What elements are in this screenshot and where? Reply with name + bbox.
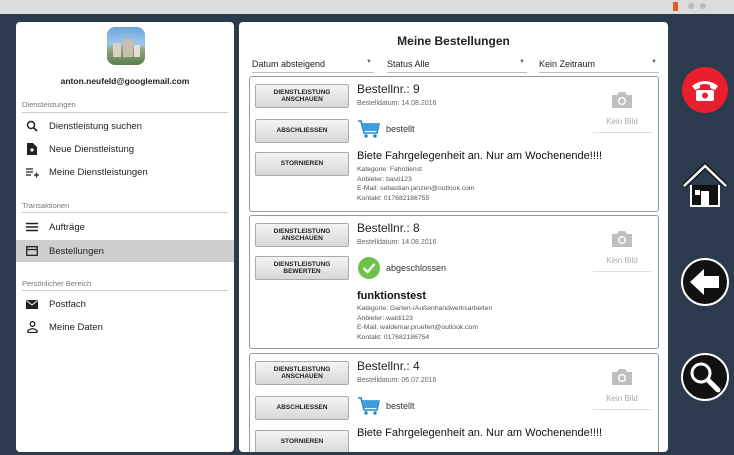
order-status-label: abgeschlossen [386, 263, 447, 273]
nav-item-auftraege[interactable]: Aufträge [16, 216, 234, 238]
nav-item-meine-daten[interactable]: Meine Daten [16, 316, 234, 338]
rate-service-button[interactable]: DIENSTLEISTUNG BEWERTEN [255, 256, 349, 280]
sort-select[interactable]: Datum absteigend ▼ [252, 59, 374, 73]
no-image-placeholder: Kein Bild [590, 91, 654, 133]
home-icon [682, 162, 728, 207]
time-select-value: Kein Zeitraum [539, 59, 596, 69]
chevron-down-icon: ▼ [651, 59, 657, 65]
order-card: DIENSTLEISTUNG ANSCHAUEN ABSCHLIESSEN ST… [249, 353, 659, 452]
order-date: Bestelldatum: 14.08.2016 [357, 239, 437, 246]
search-button[interactable] [680, 352, 730, 402]
sort-select-value: Datum absteigend [252, 59, 326, 69]
order-status-label: bestellt [386, 124, 415, 134]
avatar[interactable] [107, 27, 145, 65]
nav-item-label: Bestellungen [49, 245, 104, 257]
order-date: Bestelldatum: 06.07.2016 [357, 377, 437, 384]
nav-item-label: Postfach [49, 298, 86, 310]
service-category: Kategorie: Fahrdienst [357, 166, 422, 173]
service-info: Kategorie: Fahrdienst Anbieter: basti123… [357, 165, 475, 203]
order-status: bestellt [357, 396, 415, 416]
nav-item-label: Dienstleistung suchen [49, 120, 142, 132]
list-add-icon [25, 167, 39, 178]
no-image-label: Kein Bild [606, 256, 638, 265]
service-provider: Anbieter: basti123 [357, 175, 412, 183]
view-service-button[interactable]: DIENSTLEISTUNG ANSCHAUEN [255, 84, 349, 108]
section-title-transaktionen: Transaktionen [22, 201, 70, 210]
order-status: bestellt [357, 119, 415, 139]
service-email: E-Mail: waldemar.pruefert@outlook.com [357, 324, 478, 331]
chevron-down-icon: ▼ [366, 59, 372, 65]
service-provider: Anbieter: waldi123 [357, 314, 413, 322]
time-select[interactable]: Kein Zeitraum ▼ [539, 59, 659, 73]
notification-flag-icon [673, 2, 678, 11]
order-number: Bestellnr.: 4 [357, 359, 420, 373]
nav-item-bestellungen[interactable]: Bestellungen [16, 240, 234, 262]
order-number: Bestellnr.: 8 [357, 221, 420, 235]
new-document-icon [25, 143, 39, 155]
order-status-label: bestellt [386, 401, 415, 411]
person-icon [25, 321, 39, 333]
nav-item-label: Neue Dienstleistung [49, 143, 135, 155]
status-bar [0, 0, 734, 14]
cart-icon [357, 396, 381, 416]
nav-item-meine-dienstleistungen[interactable]: Meine Dienstleistungen [16, 161, 234, 183]
divider [22, 112, 228, 113]
section-title-dienstleistungen: Diensteistungen [22, 100, 76, 109]
phone-button[interactable] [680, 65, 730, 115]
service-contact: Kontakt: 017682186755 [357, 194, 430, 202]
user-email: anton.neufeld@googlemail.com [60, 76, 190, 86]
order-status: abgeschlossen [357, 256, 446, 280]
service-title: Biete Fahrgelegenheit an. Nur am Wochene… [357, 427, 603, 439]
service-title: funktionstest [357, 290, 427, 302]
view-service-button[interactable]: DIENSTLEISTUNG ANSCHAUEN [255, 361, 349, 385]
back-button[interactable] [680, 257, 730, 307]
navigation-drawer: anton.neufeld@googlemail.com Diensteistu… [16, 22, 234, 452]
service-category: Kategorie: Garten-/Außenhandwerksarbeite… [357, 305, 493, 312]
camera-icon [612, 92, 632, 108]
status-select[interactable]: Status Alle ▼ [387, 59, 527, 73]
order-number: Bestellnr.: 9 [357, 82, 420, 96]
nav-item-label: Aufträge [49, 221, 85, 233]
mail-icon [25, 299, 39, 309]
section-title-persoenlicher-bereich: Persönlicher Bereich [22, 279, 92, 288]
camera-icon [612, 369, 632, 385]
nav-item-label: Meine Dienstleistungen [49, 166, 148, 178]
order-card: DIENSTLEISTUNG ANSCHAUEN DIENSTLEISTUNG … [249, 215, 659, 349]
search-icon [25, 120, 39, 132]
no-image-label: Kein Bild [606, 117, 638, 126]
service-info: Kategorie: Garten-/Außenhandwerksarbeite… [357, 304, 492, 342]
home-button[interactable] [680, 160, 730, 210]
status-select-value: Status Alle [387, 59, 430, 69]
order-card: DIENSTLEISTUNG ANSCHAUEN ABSCHLIESSEN ST… [249, 76, 659, 212]
nav-item-dienstleistung-suchen[interactable]: Dienstleistung suchen [16, 115, 234, 137]
divider [22, 290, 228, 291]
order-date: Bestelldatum: 14.08.2016 [357, 100, 437, 107]
complete-button[interactable]: ABSCHLIESSEN [255, 119, 349, 143]
card-icon [25, 246, 39, 256]
nav-item-neue-dienstleistung[interactable]: Neue Dienstleistung [16, 138, 234, 160]
list-icon [25, 222, 39, 232]
no-image-placeholder: Kein Bild [590, 230, 654, 272]
service-contact: Kontakt: 017682186754 [357, 333, 430, 341]
orders-panel: Meine Bestellungen Datum absteigend ▼ St… [239, 22, 668, 452]
nav-item-label: Meine Daten [49, 321, 103, 333]
service-email: E-Mail: sebastian.janzen@outlook.com [357, 185, 475, 192]
cancel-button[interactable]: STORNIEREN [255, 152, 349, 176]
camera-icon [612, 231, 632, 247]
service-title: Biete Fahrgelegenheit an. Nur am Wochene… [357, 150, 603, 162]
no-image-label: Kein Bild [606, 394, 638, 403]
complete-button[interactable]: ABSCHLIESSEN [255, 396, 349, 420]
cancel-button[interactable]: STORNIEREN [255, 430, 349, 452]
divider [22, 212, 228, 213]
no-image-placeholder: Kein Bild [590, 368, 654, 410]
page-title: Meine Bestellungen [397, 34, 510, 48]
check-circle-icon [357, 256, 381, 280]
cart-icon [357, 119, 381, 139]
nav-item-postfach[interactable]: Postfach [16, 293, 234, 315]
view-service-button[interactable]: DIENSTLEISTUNG ANSCHAUEN [255, 223, 349, 247]
chevron-down-icon: ▼ [519, 59, 525, 65]
